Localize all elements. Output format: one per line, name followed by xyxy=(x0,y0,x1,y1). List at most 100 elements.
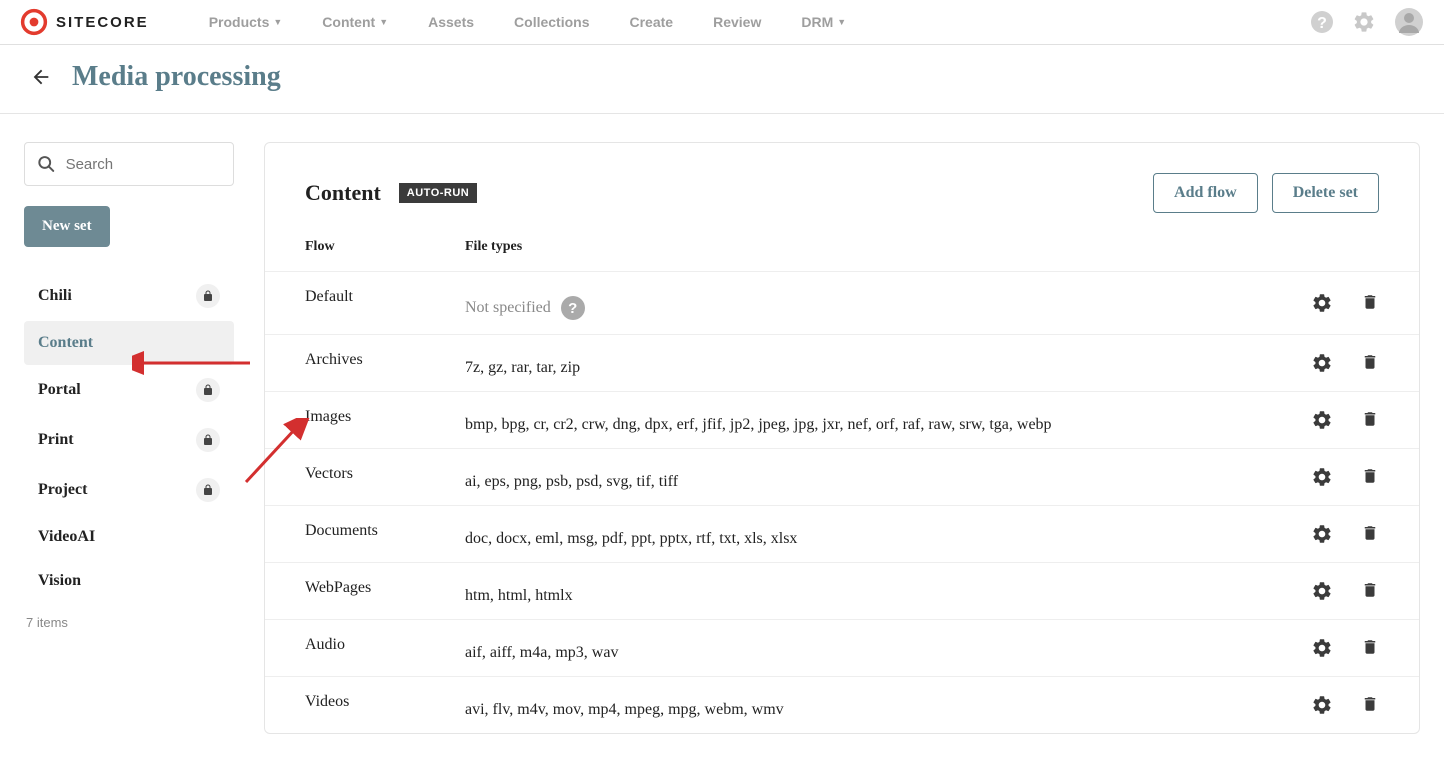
trash-icon[interactable] xyxy=(1361,352,1379,374)
gear-icon[interactable] xyxy=(1311,292,1333,314)
nav-item-label: DRM xyxy=(801,14,833,30)
trash-icon[interactable] xyxy=(1361,637,1379,659)
flow-name: Default xyxy=(305,286,465,306)
settings-icon[interactable] xyxy=(1352,10,1376,34)
flow-name: WebPages xyxy=(305,577,465,597)
lock-badge xyxy=(196,378,220,402)
gear-icon[interactable] xyxy=(1311,466,1333,488)
row-actions xyxy=(1259,523,1379,545)
trash-icon[interactable] xyxy=(1361,292,1379,314)
lock-badge xyxy=(196,284,220,308)
sidebar-item-label: Content xyxy=(38,334,93,352)
flow-name: Audio xyxy=(305,634,465,654)
nav-item-collections[interactable]: Collections xyxy=(494,14,609,30)
lock-icon xyxy=(202,484,214,496)
sidebar: New set Chili Content Portal Print Project Vi… xyxy=(24,142,234,630)
nav-item-create[interactable]: Create xyxy=(610,14,694,30)
table-body: DefaultNot specified? Archives7z, gz, rar… xyxy=(265,271,1419,733)
sidebar-item-label: Print xyxy=(38,431,74,449)
row-actions xyxy=(1259,409,1379,431)
sidebar-item-print[interactable]: Print xyxy=(24,415,234,465)
brand-text: SITECORE xyxy=(56,14,149,31)
lock-icon xyxy=(202,290,214,302)
sidebar-item-label: VideoAI xyxy=(38,528,95,546)
lock-badge xyxy=(196,478,220,502)
row-actions xyxy=(1259,637,1379,659)
col-header-types: File types xyxy=(465,239,1259,255)
nav-item-label: Create xyxy=(630,14,674,30)
chevron-down-icon: ▼ xyxy=(379,17,388,27)
help-icon[interactable]: ? xyxy=(561,296,585,320)
trash-icon[interactable] xyxy=(1361,409,1379,431)
sidebar-item-label: Portal xyxy=(38,381,81,399)
table-header: Flow File types xyxy=(265,235,1419,271)
flow-name: Archives xyxy=(305,349,465,369)
flow-filetypes: avi, flv, m4v, mov, mp4, mpeg, mpg, webm… xyxy=(465,691,1259,719)
nav-item-label: Content xyxy=(322,14,375,30)
help-icon[interactable]: ? xyxy=(1310,10,1334,34)
flows-table: Flow File types DefaultNot specified? Arc… xyxy=(265,235,1419,733)
content-panel: Content AUTO-RUN Add flow Delete set Flo… xyxy=(264,142,1420,734)
panel-title: Content xyxy=(305,180,381,206)
chevron-down-icon: ▼ xyxy=(837,17,846,27)
sidebar-item-label: Project xyxy=(38,481,87,499)
table-row: Vectorsai, eps, png, psb, psd, svg, tif,… xyxy=(265,448,1419,505)
flow-filetypes: bmp, bpg, cr, cr2, crw, dng, dpx, erf, j… xyxy=(465,406,1259,434)
gear-icon[interactable] xyxy=(1311,637,1333,659)
gear-icon[interactable] xyxy=(1311,580,1333,602)
gear-icon[interactable] xyxy=(1311,352,1333,374)
sidebar-item-portal[interactable]: Portal xyxy=(24,365,234,415)
flow-filetypes: ai, eps, png, psb, psd, svg, tif, tiff xyxy=(465,463,1259,491)
sidebar-item-chili[interactable]: Chili xyxy=(24,271,234,321)
sidebar-item-content[interactable]: Content xyxy=(24,321,234,365)
nav-item-products[interactable]: Products▼ xyxy=(189,14,303,30)
gear-icon[interactable] xyxy=(1311,523,1333,545)
item-count: 7 items xyxy=(24,615,234,630)
search-box[interactable] xyxy=(24,142,234,186)
delete-set-button[interactable]: Delete set xyxy=(1272,173,1379,213)
sidebar-item-project[interactable]: Project xyxy=(24,465,234,515)
flow-filetypes: Not specified? xyxy=(465,286,1259,320)
row-actions xyxy=(1259,292,1379,314)
back-arrow-icon[interactable] xyxy=(30,66,52,88)
search-input[interactable] xyxy=(66,156,221,173)
user-avatar-icon[interactable] xyxy=(1394,7,1424,37)
sidebar-item-label: Vision xyxy=(38,572,81,590)
page-title: Media processing xyxy=(72,61,281,93)
new-set-button[interactable]: New set xyxy=(24,206,110,247)
row-actions xyxy=(1259,466,1379,488)
row-actions xyxy=(1259,580,1379,602)
sidebar-list: Chili Content Portal Print Project VideoAI Vis… xyxy=(24,271,234,603)
top-nav: SITECORE Products▼ Content ▼ AssetsCollecti… xyxy=(0,0,1444,45)
table-row: Audioaif, aiff, m4a, mp3, wav xyxy=(265,619,1419,676)
sidebar-item-label: Chili xyxy=(38,287,72,305)
sidebar-item-videoai[interactable]: VideoAI xyxy=(24,515,234,559)
nav-item-assets[interactable]: Assets xyxy=(408,14,494,30)
flow-name: Documents xyxy=(305,520,465,540)
sidebar-item-vision[interactable]: Vision xyxy=(24,559,234,603)
flow-filetypes: htm, html, htmlx xyxy=(465,577,1259,605)
nav-items: Products▼ Content ▼ AssetsCollections Create… xyxy=(189,14,866,30)
gear-icon[interactable] xyxy=(1311,409,1333,431)
lock-icon xyxy=(202,434,214,446)
trash-icon[interactable] xyxy=(1361,580,1379,602)
flow-filetypes: doc, docx, eml, msg, pdf, ppt, pptx, rtf… xyxy=(465,520,1259,548)
nav-item-content[interactable]: Content ▼ xyxy=(302,14,408,30)
panel-actions: Add flow Delete set xyxy=(1153,173,1379,213)
autorun-badge: AUTO-RUN xyxy=(399,183,477,203)
lock-badge xyxy=(196,428,220,452)
nav-right: ? xyxy=(1310,7,1424,37)
table-row: Archives7z, gz, rar, tar, zip xyxy=(265,334,1419,391)
gear-icon[interactable] xyxy=(1311,694,1333,716)
add-flow-button[interactable]: Add flow xyxy=(1153,173,1258,213)
row-actions xyxy=(1259,352,1379,374)
trash-icon[interactable] xyxy=(1361,466,1379,488)
table-row: Documentsdoc, docx, eml, msg, pdf, ppt, … xyxy=(265,505,1419,562)
trash-icon[interactable] xyxy=(1361,523,1379,545)
chevron-down-icon: ▼ xyxy=(273,17,282,27)
nav-item-drm[interactable]: DRM ▼ xyxy=(781,14,866,30)
main-area: New set Chili Content Portal Print Project Vi… xyxy=(0,114,1444,762)
trash-icon[interactable] xyxy=(1361,694,1379,716)
brand-logo[interactable]: SITECORE xyxy=(20,8,149,36)
nav-item-review[interactable]: Review xyxy=(693,14,781,30)
